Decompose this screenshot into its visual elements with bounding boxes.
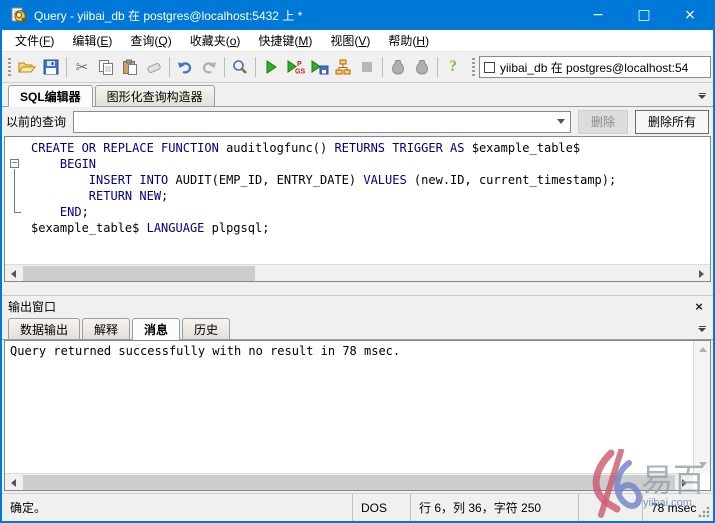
sql-editor[interactable]: – CREATE OR REPLACE FUNCTION auditlogfun… [4, 136, 711, 282]
code-line: $example_table$ LANGUAGE plpgsql; [31, 220, 708, 236]
titlebar: Query - yiibai_db 在 postgres@localhost:5… [2, 0, 713, 30]
output-pane-header: 输出窗口 × [2, 295, 713, 316]
delete-button[interactable]: 删除 [578, 110, 628, 134]
sql-code[interactable]: CREATE OR REPLACE FUNCTION auditlogfunc(… [5, 137, 710, 264]
output-tab-overflow-icon[interactable] [695, 322, 709, 336]
redo-icon[interactable] [197, 55, 221, 79]
svg-text:P: P [297, 61, 302, 68]
execute-query-icon[interactable] [259, 55, 283, 79]
code-line: CREATE OR REPLACE FUNCTION auditlogfunc(… [31, 140, 708, 156]
previous-query-combo[interactable] [73, 111, 571, 133]
menu-bar: 文件(F)编辑(E)查询(Q)收藏夹(o)快捷键(M)视图(V)帮助(H) [2, 30, 713, 52]
editor-hscroll-thumb[interactable] [23, 266, 255, 281]
menu-v[interactable]: 视图(V) [321, 30, 379, 51]
toolbar-separator [437, 57, 438, 77]
combo-dropdown-icon[interactable] [552, 112, 570, 132]
scroll-up-icon[interactable] [694, 341, 711, 358]
status-bar: 确定。DOS行 6，列 36，字符 25078 msec [2, 493, 713, 521]
toolbar: ✂ PGS? yiibai_db 在 postgres@localhost:54 [2, 52, 713, 83]
cancel-query-icon[interactable] [355, 55, 379, 79]
find-icon[interactable] [228, 55, 252, 79]
code-line: END; [31, 204, 708, 220]
toolbar-grip[interactable] [7, 57, 12, 77]
output-tab[interactable]: 历史 [182, 318, 230, 339]
minimize-icon[interactable]: − [575, 0, 621, 30]
toolbar-grip-2[interactable] [471, 57, 476, 77]
output-tab[interactable]: 消息 [132, 318, 180, 340]
maximize-icon[interactable]: □ [621, 0, 667, 30]
window-title: Query - yiibai_db 在 postgres@localhost:5… [34, 7, 575, 24]
menu-m[interactable]: 快捷键(M) [249, 30, 321, 51]
save-icon[interactable] [39, 55, 63, 79]
code-line: INSERT INTO AUDIT(EMP_ID, ENTRY_DATE) VA… [31, 172, 708, 188]
svg-text:GS: GS [295, 69, 305, 76]
code-line: BEGIN [31, 156, 708, 172]
menu-q[interactable]: 查询(Q) [121, 30, 180, 51]
macro-1-icon[interactable] [386, 55, 410, 79]
status-cell-3 [579, 494, 643, 521]
execute-to-file-icon[interactable] [307, 55, 331, 79]
code-line: RETURN NEW; [31, 188, 708, 204]
previous-query-label: 以前的查询 [6, 113, 66, 130]
scroll-down-icon[interactable] [694, 456, 711, 473]
toolbar-separator [66, 57, 67, 77]
connection-combo[interactable]: yiibai_db 在 postgres@localhost:54 [479, 56, 711, 78]
cut-icon[interactable]: ✂ [70, 55, 94, 79]
connection-checkbox[interactable] [484, 62, 495, 73]
clear-window-icon[interactable] [142, 55, 166, 79]
menu-e[interactable]: 编辑(E) [63, 30, 121, 51]
status-cell-1: DOS [353, 494, 411, 521]
editor-tabs-row: SQL编辑器图形化查询构造器 [2, 83, 713, 107]
output-close-icon[interactable]: × [691, 299, 707, 314]
output-pane-title: 输出窗口 [8, 298, 691, 315]
macro-2-icon[interactable] [410, 55, 434, 79]
output-tabs-row: 数据输出解释消息历史 [2, 316, 713, 340]
undo-icon[interactable] [173, 55, 197, 79]
explain-query-icon[interactable] [331, 55, 355, 79]
menu-o[interactable]: 收藏夹(o) [181, 30, 250, 51]
query-tool-window: Query - yiibai_db 在 postgres@localhost:5… [0, 0, 715, 523]
query-result-message: Query returned successfully with no resu… [5, 341, 693, 473]
editor-tab[interactable]: 图形化查询构造器 [95, 85, 215, 106]
help-icon[interactable]: ? [441, 55, 465, 79]
paste-icon[interactable] [118, 55, 142, 79]
scroll-right-icon[interactable] [676, 474, 693, 491]
execute-pgscript-icon[interactable]: PGS [283, 55, 307, 79]
messages-hscrollbar[interactable] [5, 473, 693, 490]
toolbar-separator [382, 57, 383, 77]
resize-grip[interactable] [698, 506, 710, 518]
editor-hscrollbar[interactable] [5, 264, 710, 281]
delete-all-button[interactable]: 删除所有 [635, 110, 709, 134]
editor-tab-overflow-icon[interactable] [695, 89, 709, 103]
messages-vscrollbar[interactable] [693, 341, 710, 473]
copy-icon[interactable] [94, 55, 118, 79]
toolbar-separator [255, 57, 256, 77]
status-cell-2: 行 6，列 36，字符 250 [411, 494, 579, 521]
app-icon [10, 6, 28, 24]
messages-panel[interactable]: Query returned successfully with no resu… [4, 340, 711, 491]
editor-tab[interactable]: SQL编辑器 [8, 85, 93, 107]
output-tab[interactable]: 解释 [82, 318, 130, 339]
toolbar-separator [224, 57, 225, 77]
open-file-icon[interactable] [15, 55, 39, 79]
scroll-left-icon[interactable] [5, 265, 22, 282]
messages-hscroll-thumb[interactable] [23, 475, 675, 490]
toolbar-separator [169, 57, 170, 77]
scroll-right-icon[interactable] [693, 265, 710, 282]
status-cell-0: 确定。 [2, 494, 353, 521]
pane-splitter[interactable] [2, 282, 713, 295]
scroll-left-icon[interactable] [5, 474, 22, 491]
connection-label: yiibai_db 在 postgres@localhost:54 [500, 59, 688, 76]
previous-query-bar: 以前的查询 删除 删除所有 [2, 107, 713, 136]
menu-h[interactable]: 帮助(H) [379, 30, 438, 51]
menu-f[interactable]: 文件(F) [6, 30, 63, 51]
close-icon[interactable]: × [667, 0, 713, 30]
output-tab[interactable]: 数据输出 [8, 318, 80, 339]
